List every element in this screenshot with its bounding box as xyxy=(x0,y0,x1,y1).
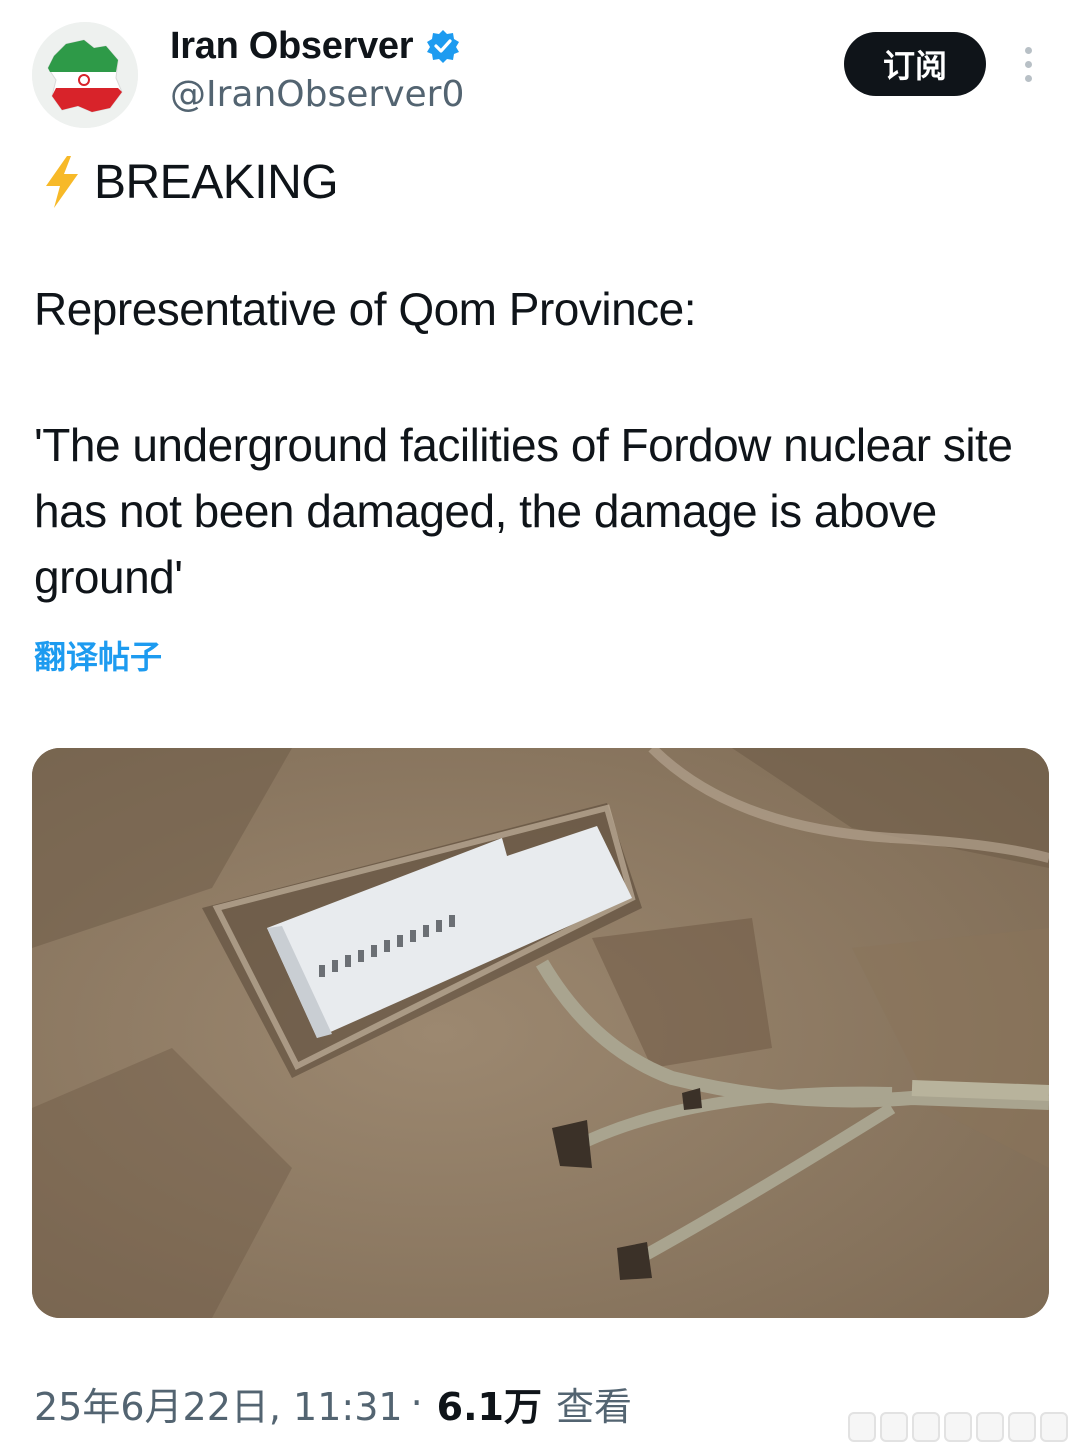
post-media-image[interactable] xyxy=(32,748,1049,1318)
breaking-line: BREAKING xyxy=(40,152,339,212)
author-handle[interactable]: @IranObserver0 xyxy=(170,74,464,115)
subscribe-button[interactable]: 订阅 xyxy=(844,32,986,96)
iran-map-flag-image xyxy=(32,22,138,128)
watermark-icon xyxy=(848,1412,1068,1448)
meta-separator: · xyxy=(410,1381,423,1425)
post-timestamp[interactable]: 25年6月22日, 11:31 xyxy=(34,1376,403,1431)
author-avatar[interactable] xyxy=(32,22,138,128)
verified-badge-icon[interactable] xyxy=(425,28,461,64)
post-meta: 25年6月22日, 11:31 · 6.1万 查看 xyxy=(34,1376,632,1431)
author-display-name[interactable]: Iran Observer xyxy=(170,25,414,68)
breaking-label: BREAKING xyxy=(94,155,339,209)
author-name-row: Iran Observer xyxy=(170,22,461,70)
view-label: 查看 xyxy=(555,1384,632,1429)
lightning-bolt-icon xyxy=(40,154,84,210)
satellite-image xyxy=(32,748,1049,1318)
post-text-line: Representative of Qom Province: xyxy=(34,283,697,335)
post-quote-text: 'The underground facilities of Fordow nu… xyxy=(34,419,1013,603)
view-count: 6.1万 xyxy=(436,1384,542,1429)
post-header: Iran Observer @IranObserver0 订阅 xyxy=(0,0,1080,140)
translate-post-link[interactable]: 翻译帖子 xyxy=(34,632,162,678)
more-vertical-icon[interactable] xyxy=(1008,40,1048,88)
